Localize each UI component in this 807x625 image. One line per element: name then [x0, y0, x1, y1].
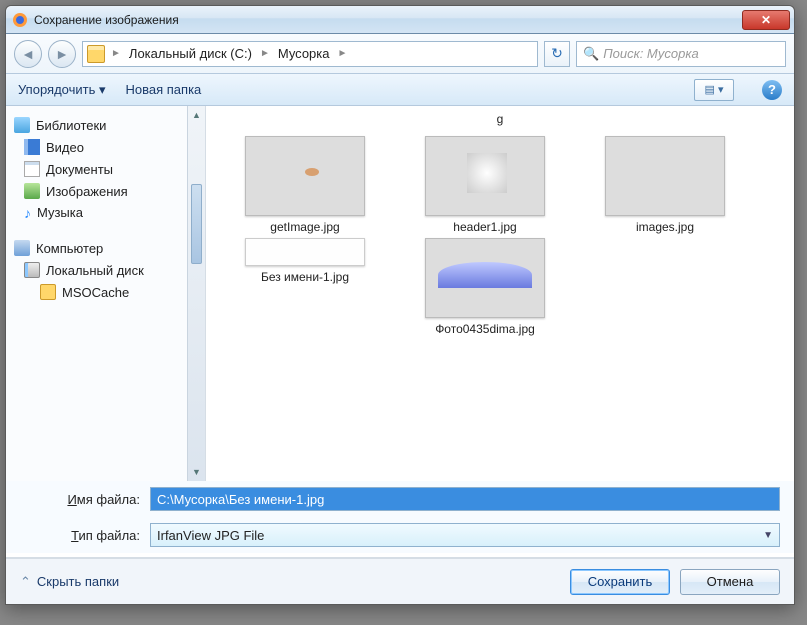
drive-icon — [24, 262, 40, 278]
breadcrumb-sep: ► — [258, 48, 272, 59]
file-item[interactable]: Без имени-1.jpg — [220, 238, 390, 336]
tree-music[interactable]: ♪ Музыка — [10, 202, 183, 223]
filetype-label: Тип файла: — [20, 528, 140, 543]
file-item[interactable]: images.jpg — [580, 136, 750, 234]
firefox-icon — [12, 12, 28, 28]
file-item[interactable]: header1.jpg — [400, 136, 570, 234]
navigation-tree: Библиотеки Видео Документы Изображения — [6, 106, 187, 481]
tree-localdisk[interactable]: Локальный диск — [10, 259, 183, 281]
filetype-combo[interactable]: IrfanView JPG File ▼ — [150, 523, 780, 547]
address-bar[interactable]: ► Локальный диск (C:) ► Мусорка ► — [82, 41, 538, 67]
scroll-thumb[interactable] — [191, 184, 202, 264]
music-icon: ♪ — [24, 206, 31, 220]
file-thumbnail — [605, 136, 725, 216]
file-name: Фото0435dima.jpg — [435, 322, 535, 336]
search-input[interactable]: 🔍 Поиск: Мусорка — [576, 41, 786, 67]
file-grid[interactable]: g getImage.jpg header1.jpg images.jpg Бе… — [206, 106, 794, 481]
navigation-panel: Библиотеки Видео Документы Изображения — [6, 106, 206, 481]
file-name: Без имени-1.jpg — [261, 270, 349, 284]
file-thumbnail — [425, 238, 545, 318]
back-button[interactable]: ◄ — [14, 40, 42, 68]
file-thumbnail — [425, 136, 545, 216]
filename-input[interactable] — [150, 487, 780, 511]
file-thumbnail — [245, 136, 365, 216]
tree-documents[interactable]: Документы — [10, 158, 183, 180]
organize-button[interactable]: Упорядочить ▾ — [18, 82, 106, 98]
file-name: getImage.jpg — [270, 220, 339, 234]
new-folder-button[interactable]: Новая папка — [126, 82, 202, 97]
cancel-button[interactable]: Отмена — [680, 569, 780, 595]
tree-computer[interactable]: Компьютер — [10, 237, 183, 259]
tree-msocache[interactable]: MSOCache — [10, 281, 183, 303]
filetype-value: IrfanView JPG File — [157, 528, 264, 543]
refresh-button[interactable]: ↻ — [544, 41, 570, 67]
hide-folders-link[interactable]: ⌃ Скрыть папки — [20, 574, 119, 590]
breadcrumb[interactable]: Локальный диск (C:) — [123, 42, 258, 66]
folder-icon — [87, 45, 105, 63]
save-dialog-window: Сохранение изображения ✕ ◄ ► ► Локальный… — [5, 5, 795, 605]
filetype-row: Тип файла: IrfanView JPG File ▼ — [6, 517, 794, 553]
stray-caption: g — [220, 112, 780, 126]
folder-icon — [40, 284, 56, 300]
video-icon — [24, 139, 40, 155]
file-item[interactable]: getImage.jpg — [220, 136, 390, 234]
filename-label: ИИмя файла:мя файла: — [20, 492, 140, 507]
documents-icon — [24, 161, 40, 177]
filename-row: ИИмя файла:мя файла: — [6, 481, 794, 517]
file-name: images.jpg — [636, 220, 694, 234]
search-placeholder: Поиск: Мусорка — [603, 46, 699, 61]
dialog-footer: ⌃ Скрыть папки Сохранить Отмена — [6, 558, 794, 604]
scroll-up-button[interactable]: ▲ — [188, 106, 205, 124]
chevron-up-icon: ⌃ — [20, 574, 31, 590]
images-icon — [24, 183, 40, 199]
breadcrumb-sep: ► — [109, 48, 123, 59]
nav-bar: ◄ ► ► Локальный диск (C:) ► Мусорка ► ↻ … — [6, 34, 794, 74]
tree-images[interactable]: Изображения — [10, 180, 183, 202]
save-button[interactable]: Сохранить — [570, 569, 670, 595]
help-button[interactable]: ? — [762, 80, 782, 100]
scroll-down-button[interactable]: ▼ — [188, 463, 205, 481]
tree-video[interactable]: Видео — [10, 136, 183, 158]
tree-libraries[interactable]: Библиотеки — [10, 114, 183, 136]
titlebar[interactable]: Сохранение изображения ✕ — [6, 6, 794, 34]
forward-button[interactable]: ► — [48, 40, 76, 68]
file-name: header1.jpg — [453, 220, 516, 234]
file-item[interactable]: Фото0435dima.jpg — [400, 238, 570, 336]
content-area: Библиотеки Видео Документы Изображения — [6, 106, 794, 481]
nav-scrollbar[interactable]: ▲ ▼ — [187, 106, 205, 481]
breadcrumb-sep: ► — [335, 48, 349, 59]
computer-icon — [14, 240, 30, 256]
window-title: Сохранение изображения — [34, 13, 742, 27]
file-thumbnail — [245, 238, 365, 266]
view-mode-button[interactable]: ▤ ▾ — [694, 79, 734, 101]
breadcrumb[interactable]: Мусорка — [272, 42, 336, 66]
chevron-down-icon: ▼ — [763, 530, 773, 541]
toolbar: Упорядочить ▾ Новая папка ▤ ▾ ? — [6, 74, 794, 106]
close-button[interactable]: ✕ — [742, 10, 790, 30]
search-icon: 🔍 — [583, 46, 599, 62]
libraries-icon — [14, 117, 30, 133]
